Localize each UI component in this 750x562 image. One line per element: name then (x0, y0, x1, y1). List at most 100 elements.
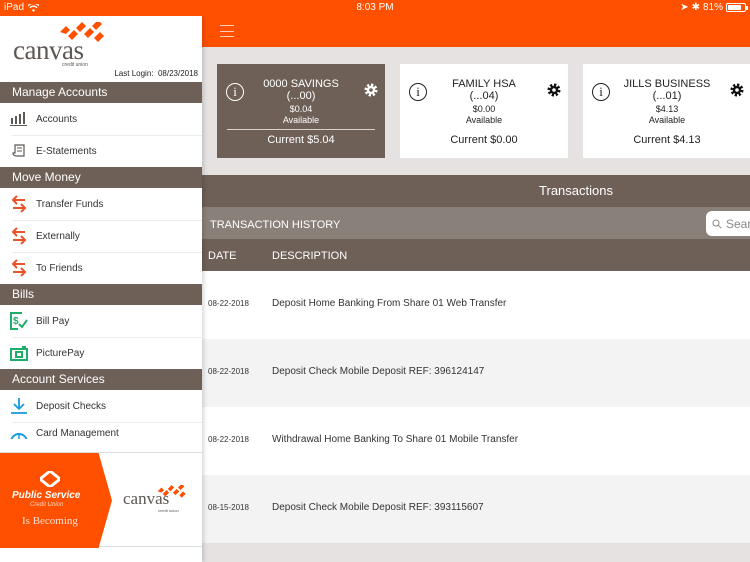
sidebar-item-label: Externally (36, 230, 80, 242)
gear-icon[interactable] (729, 82, 745, 98)
current-balance: Current $4.13 (633, 134, 701, 146)
sidebar-item-label: Transfer Funds (36, 198, 104, 210)
banner-line-1: Public Service (12, 490, 81, 501)
brand-header: canvas credit union Last Login: 08/23/20… (0, 16, 202, 82)
row-date: 08-15-2018 (208, 503, 249, 512)
transaction-history-label: TRANSACTION HISTORY (210, 219, 341, 231)
transfer-arrows-icon (10, 259, 28, 277)
section-account-services: Account Services (0, 369, 202, 390)
row-description: Deposit Check Mobile Deposit REF: 396124… (272, 366, 485, 377)
sidebar-item-label: Card Management (36, 428, 119, 439)
brand-subtitle: credit union (62, 62, 88, 68)
sidebar-item-accounts[interactable]: Accounts (0, 103, 202, 135)
sidebar-item-to-friends[interactable]: To Friends (0, 252, 202, 284)
search-placeholder: Search (726, 216, 750, 231)
sidebar-item-label: Bill Pay (36, 315, 70, 327)
public-service-logo-icon (40, 471, 60, 487)
sidebar-menu: canvas credit union Last Login: 08/23/20… (0, 16, 202, 562)
account-card[interactable]: i 0000 SAVINGS (...00) $0.04 Available Cu… (217, 64, 385, 158)
status-bar: iPad 8:03 PM ➤ ✱ 81% (0, 0, 750, 16)
transfer-arrows-icon (10, 195, 28, 213)
info-icon[interactable]: i (226, 83, 244, 101)
divider (227, 129, 375, 130)
sidebar-item-card-management[interactable]: Card Management (0, 422, 202, 439)
transfer-arrows-icon (10, 227, 28, 245)
download-icon (10, 397, 28, 415)
available-amount: $0.00 (472, 104, 496, 114)
table-row[interactable]: 08-22-2018 Withdrawal Home Banking To Sha… (202, 407, 750, 475)
gear-icon[interactable] (546, 82, 562, 98)
sidebar-item-bill-pay[interactable]: $ Bill Pay (0, 305, 202, 337)
account-number: (...04) (469, 90, 499, 102)
gear-icon[interactable] (363, 82, 379, 98)
account-card[interactable]: i JILLS BUSINESS (...01) $4.13 Available … (583, 64, 750, 158)
search-icon (712, 219, 722, 229)
sidebar-item-picturepay[interactable]: PicturePay (0, 337, 202, 369)
column-description[interactable]: DESCRIPTION (272, 250, 347, 262)
banner-brand-subtitle: credit union (158, 508, 179, 513)
row-description: Withdrawal Home Banking To Share 01 Mobi… (272, 434, 519, 445)
transaction-history-bar: TRANSACTION HISTORY Search (202, 207, 750, 239)
battery-icon (726, 3, 748, 12)
bill-pay-icon: $ (10, 312, 28, 330)
section-manage-accounts: Manage Accounts (0, 82, 202, 103)
table-row[interactable]: 08-15-2018 Deposit Check Mobile Deposit R… (202, 475, 750, 543)
card-icon (10, 428, 28, 439)
account-card[interactable]: i FAMILY HSA (...04) $0.00 Available Curr… (400, 64, 568, 158)
info-icon[interactable]: i (409, 83, 427, 101)
current-balance: Current $0.00 (450, 134, 518, 146)
available-amount: $4.13 (655, 104, 679, 114)
current-balance: Current $5.04 (267, 134, 335, 146)
row-description: Deposit Check Mobile Deposit REF: 393115… (272, 502, 484, 513)
account-number: (...01) (652, 90, 682, 102)
last-login-label: Last Login: (114, 69, 154, 78)
sidebar-item-label: Accounts (36, 113, 78, 125)
sidebar-item-label: PicturePay (36, 347, 85, 359)
transaction-list: 08-22-2018 Deposit Home Banking From Shar… (202, 271, 750, 543)
account-name: 0000 SAVINGS (263, 78, 339, 90)
row-date: 08-22-2018 (208, 367, 249, 376)
section-bills: Bills (0, 284, 202, 305)
status-time: 8:03 PM (356, 2, 394, 13)
top-nav-bar (202, 16, 750, 47)
table-row[interactable]: 08-22-2018 Deposit Home Banking From Shar… (202, 271, 750, 339)
statement-icon (10, 142, 28, 160)
menu-icon[interactable] (220, 25, 234, 37)
bluetooth-icon: ✱ (691, 2, 700, 13)
banner-line-2: Credit Union (30, 502, 64, 508)
sidebar-item-e-statements[interactable]: E-Statements (0, 135, 202, 167)
account-number: (...00) (286, 90, 316, 102)
transactions-title: Transactions (539, 183, 613, 198)
sidebar-item-deposit-checks[interactable]: Deposit Checks (0, 390, 202, 422)
available-amount: $0.04 (289, 104, 313, 114)
battery-percent: 81% (702, 2, 723, 13)
bar-chart-icon (10, 110, 28, 128)
banner-line-3: Is Becoming (22, 515, 78, 527)
camera-icon (10, 344, 28, 362)
column-date[interactable]: DATE (208, 250, 237, 262)
promo-banner[interactable]: Public Service Credit Union Is Becoming … (0, 452, 202, 548)
svg-text:$: $ (13, 316, 19, 327)
available-label: Available (648, 115, 686, 125)
last-login: Last Login: 08/23/2018 (114, 69, 198, 78)
sidebar-item-transfer-funds[interactable]: Transfer Funds (0, 188, 202, 220)
account-name: FAMILY HSA (452, 78, 516, 90)
section-move-money: Move Money (0, 167, 202, 188)
available-label: Available (465, 115, 503, 125)
main-panel: i 0000 SAVINGS (...00) $0.04 Available Cu… (202, 0, 750, 562)
location-icon: ➤ (680, 2, 689, 13)
transactions-header: Transactions (202, 175, 750, 207)
sidebar-item-label: Deposit Checks (36, 400, 107, 412)
last-login-date: 08/23/2018 (157, 69, 198, 78)
sidebar-item-label: E-Statements (36, 145, 97, 157)
row-date: 08-22-2018 (208, 435, 249, 444)
info-icon[interactable]: i (592, 83, 610, 101)
search-input[interactable]: Search (706, 211, 750, 236)
account-cards: i 0000 SAVINGS (...00) $0.04 Available Cu… (217, 64, 750, 158)
sidebar-item-externally[interactable]: Externally (0, 220, 202, 252)
row-description: Deposit Home Banking From Share 01 Web T… (272, 298, 507, 309)
account-name: JILLS BUSINESS (623, 78, 711, 90)
available-label: Available (282, 115, 320, 125)
table-header: DATE DESCRIPTION (202, 239, 750, 271)
table-row[interactable]: 08-22-2018 Deposit Check Mobile Deposit R… (202, 339, 750, 407)
